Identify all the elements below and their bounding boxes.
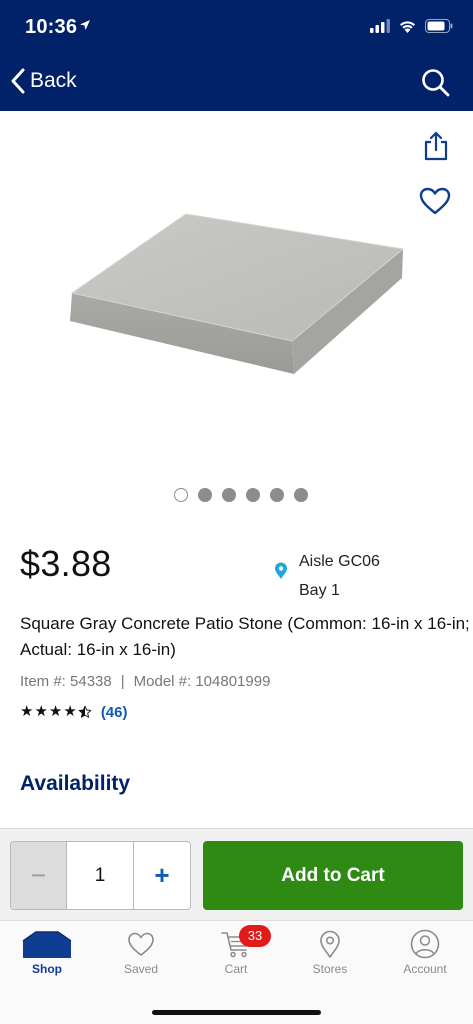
meta-separator: | [120, 673, 125, 690]
star-full-icon: ★ [48, 703, 63, 720]
heart-icon [419, 187, 451, 215]
product-identifiers: Item #: 54338 | Model #: 104801999 [20, 673, 270, 690]
status-time: 10:36 [25, 16, 78, 38]
tab-account[interactable]: Account [378, 929, 472, 976]
model-number: Model #: 104801999 [133, 673, 271, 690]
star-full-icon: ★ [34, 703, 48, 720]
gallery-pagination [0, 488, 473, 502]
star-half-icon [78, 705, 92, 718]
share-icon [424, 131, 448, 161]
gallery-dot[interactable] [269, 488, 284, 502]
quantity-stepper: − 1 + [10, 841, 191, 910]
quantity-input[interactable]: 1 [67, 842, 134, 909]
home-indicator[interactable] [152, 1010, 321, 1015]
product-rating[interactable]: ★ ★ ★ ★ (46) [20, 703, 128, 721]
gallery-dot[interactable] [173, 488, 188, 502]
gallery-dot[interactable] [197, 488, 212, 502]
status-icons [370, 19, 453, 33]
back-label: Back [30, 69, 77, 92]
increase-quantity-button[interactable]: + [134, 842, 190, 909]
cart-count-badge: 33 [239, 925, 271, 947]
shop-icon [22, 931, 72, 958]
tab-label: Account [403, 962, 447, 976]
decrease-quantity-button[interactable]: − [11, 842, 67, 909]
tab-label: Saved [123, 962, 159, 976]
item-number: Item #: 54338 [20, 673, 112, 690]
gallery-dot[interactable] [221, 488, 236, 502]
add-to-cart-button[interactable]: Add to Cart [203, 841, 463, 910]
location-pin-icon [320, 930, 340, 958]
availability-heading: Availability [20, 772, 131, 795]
star-full-icon: ★ [63, 703, 77, 720]
battery-icon [425, 19, 453, 33]
store-location[interactable]: Aisle GC06 Bay 1 [299, 547, 380, 605]
tab-label: Shop [32, 962, 62, 976]
location-pin-icon [275, 562, 287, 579]
product-gallery[interactable] [0, 111, 473, 521]
product-title: Square Gray Concrete Patio Stone (Common… [20, 614, 470, 659]
product-image[interactable] [60, 206, 410, 391]
review-count-link[interactable]: (46) [101, 704, 128, 721]
tab-shop[interactable]: Shop [0, 929, 94, 976]
bay-label: Bay 1 [299, 582, 340, 599]
search-button[interactable] [421, 68, 451, 103]
location-arrow-icon [80, 20, 90, 30]
star-full-icon: ★ [20, 703, 34, 720]
tab-cart[interactable]: 33 Cart [189, 925, 283, 976]
gallery-dot[interactable] [245, 488, 260, 502]
account-icon [410, 929, 440, 959]
tab-saved[interactable]: Saved [94, 929, 188, 976]
product-price: $3.88 [20, 543, 112, 584]
chevron-left-icon [11, 68, 25, 94]
aisle-label: Aisle GC06 [299, 553, 380, 570]
status-bar: 10:36 [0, 0, 473, 56]
tab-bar: Shop Saved 33 Cart Stores Account [0, 920, 473, 1024]
share-button[interactable] [423, 131, 449, 166]
gallery-dot[interactable] [293, 488, 308, 502]
cellular-signal-icon [370, 19, 390, 33]
add-to-cart-bar: − 1 + Add to Cart [0, 828, 473, 920]
favorite-button[interactable] [419, 187, 451, 220]
header: 10:36 Back [0, 0, 473, 111]
search-icon [422, 69, 450, 97]
tab-stores[interactable]: Stores [283, 929, 377, 976]
tab-label: Cart [224, 962, 248, 976]
back-button[interactable]: Back [10, 68, 77, 94]
nav-bar: Back [0, 56, 473, 111]
wifi-icon [400, 21, 415, 33]
heart-icon [128, 932, 154, 956]
tab-label: Stores [312, 962, 348, 976]
